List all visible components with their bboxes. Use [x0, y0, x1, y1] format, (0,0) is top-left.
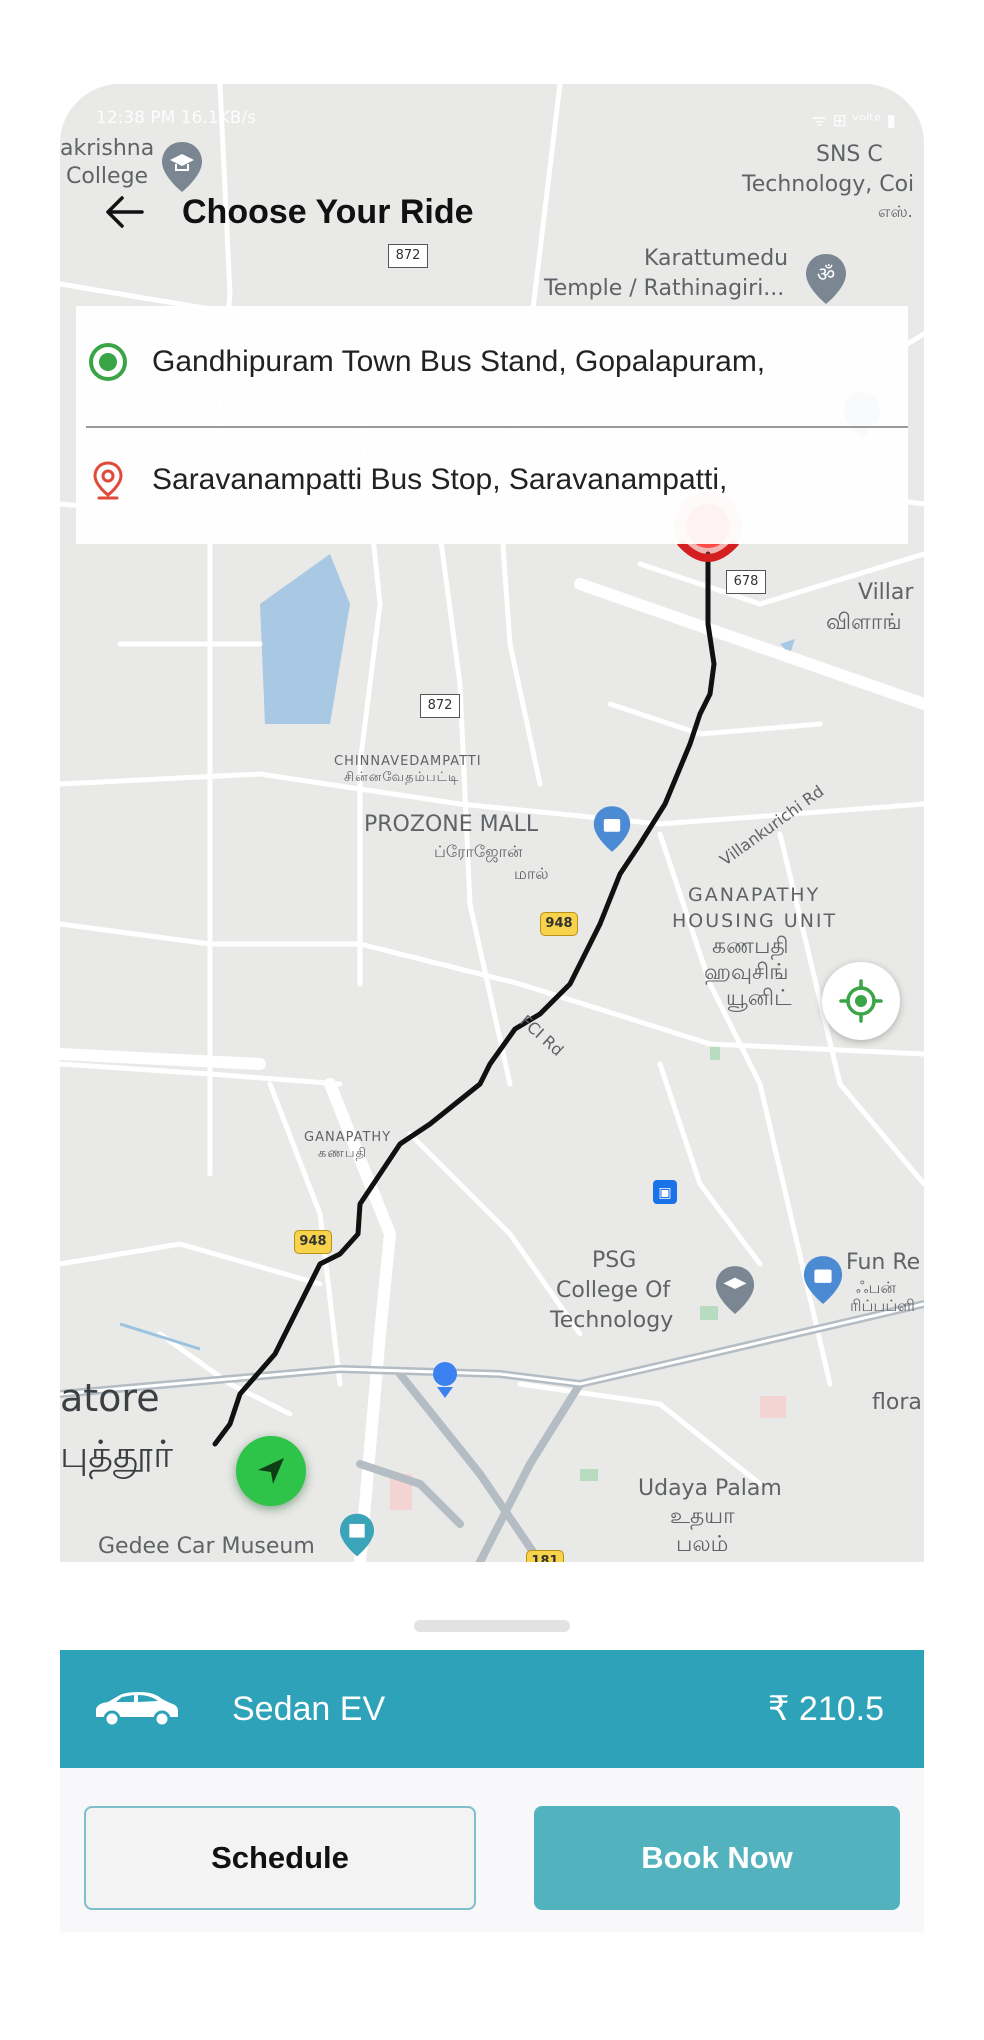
map-label: Villar	[858, 580, 914, 605]
map-label: SNS C	[816, 142, 883, 167]
museum-pin-icon	[339, 1513, 375, 1557]
map-label: atore	[60, 1376, 160, 1420]
map-label: College Of	[556, 1278, 671, 1303]
status-bar: 12:38 PM 16.1KB/s ᯤ ⊞ ᵛᵒˡᵗᵉ ▮	[96, 108, 896, 136]
map-label: விளாங்	[826, 610, 902, 635]
svg-text:ॐ: ॐ	[817, 264, 835, 286]
map-label: Gedee Car Museum	[98, 1534, 315, 1559]
header: Choose Your Ride	[100, 184, 474, 240]
map-label: flora	[872, 1390, 922, 1415]
highway-shield: 948	[540, 912, 578, 936]
map-label: akrishna	[60, 136, 155, 161]
mall-pin-icon	[593, 806, 631, 852]
map-label: PROZONE MALL	[364, 812, 539, 837]
map-label: HOUSING UNIT	[672, 910, 838, 932]
fun-pin-icon	[803, 1256, 843, 1304]
schedule-button[interactable]: Schedule	[84, 1806, 476, 1910]
map-label: CHINNAVEDAMPATTI	[334, 754, 482, 769]
map-label: GANAPATHY	[304, 1130, 392, 1145]
map-label: கணபதி	[318, 1146, 368, 1161]
pickup-field[interactable]: Gandhipuram Town Bus Stand, Gopalapuram,	[76, 312, 908, 412]
map-label: கணபதி	[712, 934, 789, 959]
divider	[86, 426, 908, 428]
road-shield: 872	[388, 244, 428, 268]
route-address-card: Gandhipuram Town Bus Stand, Gopalapuram,…	[76, 306, 908, 544]
svg-text:▣: ▣	[658, 1184, 671, 1200]
action-bar: Schedule Book Now	[60, 1768, 924, 1932]
psg-pin-icon	[715, 1266, 755, 1314]
map-label: PSG	[592, 1248, 637, 1273]
status-icons: ᯤ ⊞ ᵛᵒˡᵗᵉ ▮	[811, 111, 896, 131]
road-shield: 872	[420, 694, 460, 718]
map-label: Udaya Palam	[638, 1476, 782, 1501]
map-label: ரிப்பப்ளி	[850, 1296, 915, 1315]
map-label: புத்தூர்	[60, 1432, 173, 1476]
back-button[interactable]	[100, 188, 148, 236]
car-icon	[96, 1692, 178, 1728]
radio-dot-icon	[89, 343, 127, 381]
map-label: Karattumedu	[644, 246, 789, 271]
drop-field[interactable]: Saravanampatti Bus Stop, Saravanampatti,	[76, 430, 908, 530]
map-label: உதயா	[670, 1504, 735, 1529]
status-time: 12:38 PM 16.1KB/s	[96, 108, 256, 128]
my-location-button[interactable]	[822, 962, 900, 1040]
highway-shield: 948	[294, 1230, 332, 1254]
map-label: சின்னவேதம்பட்டி	[344, 770, 460, 785]
map-view[interactable]: ▣ ॐ akrishna College SNS C Technology, C…	[60, 84, 924, 1562]
ride-price: ₹ 210.5	[767, 1690, 884, 1728]
map-label: Technology, Coi	[742, 172, 915, 197]
gps-target-icon	[839, 979, 883, 1023]
highway-shield: 181	[526, 1550, 564, 1562]
drop-address: Saravanampatti Bus Stop, Saravanampatti,	[152, 463, 728, 496]
book-now-button[interactable]: Book Now	[534, 1806, 900, 1910]
map-label: மால்	[514, 864, 549, 883]
map-label: GANAPATHY	[688, 884, 821, 906]
map-label: பலம்	[676, 1532, 729, 1557]
sheet-drag-handle[interactable]	[414, 1620, 570, 1632]
map-label: Temple / Rathinagiri...	[544, 276, 785, 301]
map-pin-icon	[93, 461, 123, 500]
map-label: Fun Re	[846, 1250, 921, 1275]
current-location-marker	[236, 1436, 306, 1506]
page-title: Choose Your Ride	[182, 192, 474, 231]
map-label: Technology	[550, 1308, 674, 1333]
map-label: ப்ரோஜோன்	[434, 842, 523, 861]
arrow-left-icon	[106, 196, 144, 228]
map-label: யூனிட்	[726, 986, 792, 1011]
ride-option-sedan-ev[interactable]: Sedan EV ₹ 210.5	[60, 1650, 924, 1768]
road-shield: 678	[726, 570, 766, 594]
map-label: ஹவுசிங்	[704, 960, 789, 985]
map-label: எஸ்.	[878, 202, 913, 221]
phone-screen: ▣ ॐ akrishna College SNS C Technology, C…	[60, 84, 924, 1932]
pickup-address: Gandhipuram Town Bus Stand, Gopalapuram,	[152, 345, 766, 378]
ride-name: Sedan EV	[232, 1689, 386, 1728]
navigation-arrow-icon	[258, 1458, 284, 1484]
temple-pin-icon: ॐ	[806, 254, 846, 304]
